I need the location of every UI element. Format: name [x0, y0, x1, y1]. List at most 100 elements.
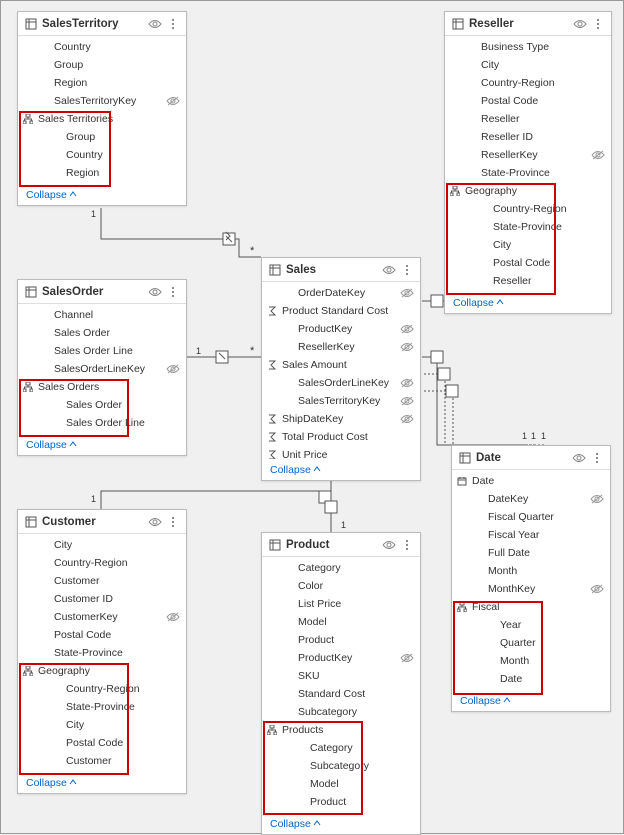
table-header[interactable]: SalesOrder — [18, 280, 186, 304]
field-row[interactable]: OrderDateKey — [262, 284, 420, 302]
field-row[interactable]: Reseller ID — [445, 128, 611, 146]
table-sales-order[interactable]: SalesOrder ChannelSales OrderSales Order… — [17, 279, 187, 456]
field-row[interactable]: Standard Cost — [262, 685, 420, 703]
field-row[interactable]: Product — [262, 631, 420, 649]
table-header[interactable]: Date — [452, 446, 610, 470]
field-row[interactable]: Country — [18, 38, 186, 56]
more-icon[interactable] — [400, 538, 414, 552]
field-row[interactable]: MonthKey — [452, 580, 610, 598]
field-row[interactable]: ResellerKey — [445, 146, 611, 164]
field-row[interactable]: Customer ID — [18, 590, 186, 608]
field-row[interactable]: City — [445, 236, 611, 254]
more-icon[interactable] — [591, 17, 605, 31]
field-row[interactable]: Category — [262, 559, 420, 577]
field-row[interactable]: Geography — [445, 182, 611, 200]
field-row[interactable]: Country-Region — [445, 74, 611, 92]
field-row[interactable]: SalesOrderLineKey — [18, 360, 186, 378]
field-row[interactable]: City — [18, 536, 186, 554]
field-row[interactable]: Sales Order — [18, 324, 186, 342]
field-row[interactable]: Country — [18, 146, 186, 164]
field-row[interactable]: Geography — [18, 662, 186, 680]
table-reseller[interactable]: Reseller Business Type City Country-Region… — [444, 11, 612, 314]
field-row[interactable]: Unit Price — [262, 446, 420, 459]
eye-icon[interactable] — [148, 515, 162, 529]
more-icon[interactable] — [166, 285, 180, 299]
field-row[interactable]: Business Type — [445, 38, 611, 56]
field-row[interactable]: Date — [452, 472, 610, 490]
field-row[interactable]: Month — [452, 562, 610, 580]
field-row[interactable]: Full Date — [452, 544, 610, 562]
more-icon[interactable] — [400, 263, 414, 277]
field-row[interactable]: Country-Region — [445, 200, 611, 218]
table-header[interactable]: Sales — [262, 258, 420, 282]
field-row[interactable]: ProductKey — [262, 649, 420, 667]
table-header[interactable]: SalesTerritory — [18, 12, 186, 36]
field-row[interactable]: Total Product Cost — [262, 428, 420, 446]
field-row[interactable]: Sales Order Line — [18, 414, 186, 432]
eye-icon[interactable] — [148, 17, 162, 31]
collapse-link[interactable]: Collapse — [452, 690, 610, 711]
field-row[interactable]: Postal Code — [18, 734, 186, 752]
collapse-link[interactable]: Collapse — [262, 459, 420, 480]
field-row[interactable]: SalesTerritoryKey — [262, 392, 420, 410]
collapse-link[interactable]: Collapse — [262, 813, 420, 834]
field-row[interactable]: Customer — [18, 572, 186, 590]
collapse-link[interactable]: Collapse — [18, 184, 186, 205]
table-header[interactable]: Product — [262, 533, 420, 557]
field-row[interactable]: Quarter — [452, 634, 610, 652]
field-row[interactable]: Country-Region — [18, 680, 186, 698]
field-row[interactable]: SalesTerritoryKey — [18, 92, 186, 110]
field-row[interactable]: Product — [262, 793, 420, 811]
field-row[interactable]: Category — [262, 739, 420, 757]
field-row[interactable]: Date — [452, 670, 610, 688]
field-row[interactable]: Reseller — [445, 110, 611, 128]
field-row[interactable]: City — [18, 716, 186, 734]
field-row[interactable]: Reseller — [445, 272, 611, 290]
table-product[interactable]: Product CategoryColorList PriceModelProd… — [261, 532, 421, 835]
field-row[interactable]: CustomerKey — [18, 608, 186, 626]
field-row[interactable]: Group — [18, 56, 186, 74]
field-row[interactable]: ProductKey — [262, 320, 420, 338]
field-row[interactable]: Country-Region — [18, 554, 186, 572]
field-row[interactable]: Postal Code — [445, 92, 611, 110]
more-icon[interactable] — [166, 515, 180, 529]
field-row[interactable]: Model — [262, 613, 420, 631]
field-row[interactable]: State-Province — [18, 698, 186, 716]
eye-icon[interactable] — [572, 451, 586, 465]
field-row[interactable]: Postal Code — [18, 626, 186, 644]
field-row[interactable]: Sales Territories — [18, 110, 186, 128]
collapse-link[interactable]: Collapse — [18, 772, 186, 793]
field-row[interactable]: DateKey — [452, 490, 610, 508]
field-row[interactable]: Channel — [18, 306, 186, 324]
field-row[interactable]: Sales Order Line — [18, 342, 186, 360]
table-header[interactable]: Reseller — [445, 12, 611, 36]
field-row[interactable]: Month — [452, 652, 610, 670]
field-row[interactable]: Color — [262, 577, 420, 595]
field-row[interactable]: Product Standard Cost — [262, 302, 420, 320]
field-row[interactable]: Fiscal — [452, 598, 610, 616]
table-customer[interactable]: Customer CityCountry-RegionCustomerCusto… — [17, 509, 187, 794]
field-row[interactable]: Postal Code — [445, 254, 611, 272]
collapse-link[interactable]: Collapse — [445, 292, 611, 313]
field-row[interactable]: Sales Orders — [18, 378, 186, 396]
field-row[interactable]: Region — [18, 74, 186, 92]
field-row[interactable]: Products — [262, 721, 420, 739]
table-sales-territory[interactable]: SalesTerritory CountryGroupRegionSalesTe… — [17, 11, 187, 206]
field-row[interactable]: Customer — [18, 752, 186, 770]
field-row[interactable]: Subcategory — [262, 703, 420, 721]
field-row[interactable]: State-Province — [445, 164, 611, 182]
field-row[interactable]: Region — [18, 164, 186, 182]
table-date[interactable]: Date DateDateKeyFiscal QuarterFiscal Yea… — [451, 445, 611, 712]
field-row[interactable]: SKU — [262, 667, 420, 685]
field-row[interactable]: Year — [452, 616, 610, 634]
field-row[interactable]: List Price — [262, 595, 420, 613]
table-sales[interactable]: Sales OrderDateKeyProduct Standard CostP… — [261, 257, 421, 481]
field-row[interactable]: State-Province — [445, 218, 611, 236]
field-row[interactable]: Fiscal Year — [452, 526, 610, 544]
eye-icon[interactable] — [148, 285, 162, 299]
field-row[interactable]: ShipDateKey — [262, 410, 420, 428]
field-row[interactable]: Group — [18, 128, 186, 146]
more-icon[interactable] — [590, 451, 604, 465]
eye-icon[interactable] — [382, 263, 396, 277]
collapse-link[interactable]: Collapse — [18, 434, 186, 455]
